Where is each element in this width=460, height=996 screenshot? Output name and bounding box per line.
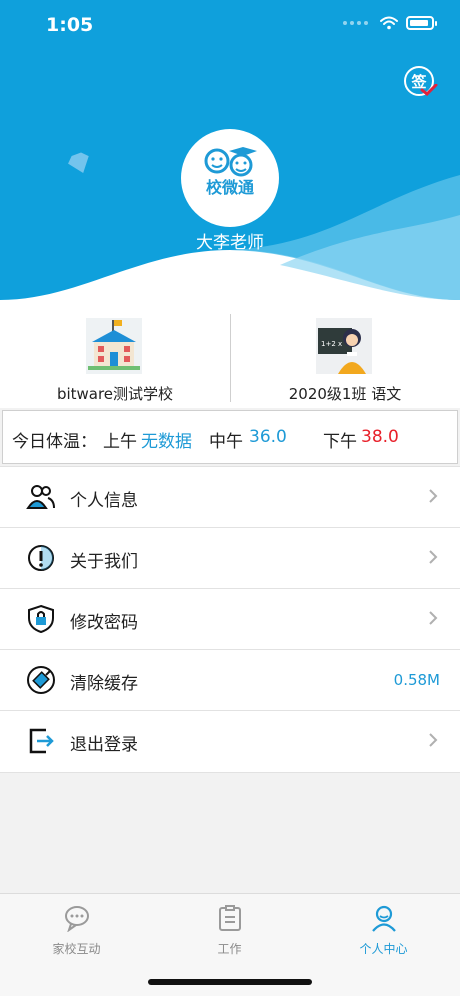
logout-icon: [29, 728, 54, 754]
school-logo-icon: 校微通: [204, 147, 257, 197]
signal-dots-icon: [343, 21, 368, 25]
menu-item-about-us[interactable]: 关于我们: [0, 528, 460, 589]
chat-bubbles-icon: [64, 906, 89, 932]
noon-value: 36.0: [249, 427, 287, 447]
temperature-panel: 今日体温： 上午 无数据 中午 36.0 下午 38.0: [2, 410, 458, 464]
morning-value: 无数据: [141, 432, 192, 452]
menu-label-change-password: 修改密码: [70, 613, 138, 633]
battery-icon: [406, 16, 437, 30]
temperature-prefix: 今日体温：: [12, 432, 97, 452]
teacher-name: 大李老师: [196, 233, 264, 253]
class-name: 2020级1班 语文: [288, 385, 402, 403]
person-icon: [371, 905, 396, 932]
tab-profile[interactable]: 个人中心: [307, 904, 460, 957]
teacher-at-blackboard-icon: 1+2 x: [316, 318, 372, 374]
menu-label-clear-cache: 清除缓存: [70, 674, 138, 694]
tab-label: 工作: [217, 942, 242, 956]
broom-circle-icon: [27, 666, 55, 694]
class-card[interactable]: 1+2 x 2020级1班 语文: [230, 310, 460, 408]
blackboard-text: 1+2 x: [321, 340, 342, 348]
settings-menu: 个人信息 关于我们 修改密码 清除缓存 0.58M 退出登录: [0, 466, 460, 773]
clipboard-icon: [218, 905, 241, 931]
afternoon-value: 38.0: [361, 427, 399, 447]
check-mark-icon: [420, 84, 438, 96]
status-time: 1:05: [46, 14, 94, 36]
chevron-right-icon: [429, 611, 438, 625]
noon-label: 中午: [209, 432, 243, 452]
wifi-icon: [380, 16, 398, 30]
school-building-icon: [86, 318, 142, 374]
school-card[interactable]: bitware测试学校: [0, 310, 230, 408]
menu-item-personal-info[interactable]: 个人信息: [0, 467, 460, 528]
chevron-right-icon: [429, 489, 438, 503]
status-icons: [343, 16, 437, 30]
menu-label-personal-info: 个人信息: [70, 491, 138, 511]
tab-label: 个人中心: [359, 942, 408, 956]
status-bar: 1:05: [0, 0, 460, 50]
cache-size-value: 0.58M: [393, 671, 440, 689]
chevron-right-icon: [429, 733, 438, 747]
tab-home-school[interactable]: 家校互动: [0, 904, 153, 957]
avatar[interactable]: 校微通: [181, 129, 279, 227]
user-group-icon: [26, 485, 55, 509]
lock-shield-icon: [28, 604, 54, 634]
afternoon-label: 下午: [323, 432, 357, 452]
school-name: bitware测试学校: [56, 385, 174, 403]
menu-label-logout: 退出登录: [70, 735, 138, 755]
menu-item-logout[interactable]: 退出登录: [0, 711, 460, 772]
tab-work[interactable]: 工作: [153, 904, 306, 957]
menu-item-change-password[interactable]: 修改密码: [0, 589, 460, 650]
tab-label: 家校互动: [52, 942, 101, 956]
morning-label: 上午: [103, 432, 137, 452]
home-indicator: [148, 979, 312, 985]
info-cards: bitware测试学校 1+2 x 2020级1班 语文: [0, 310, 460, 408]
info-circle-icon: [28, 545, 54, 571]
diamond-decoration: [68, 152, 89, 174]
logo-text: 校微通: [206, 178, 254, 197]
chevron-right-icon: [429, 550, 438, 564]
menu-item-clear-cache[interactable]: 清除缓存 0.58M: [0, 650, 460, 711]
menu-label-about-us: 关于我们: [70, 552, 138, 572]
